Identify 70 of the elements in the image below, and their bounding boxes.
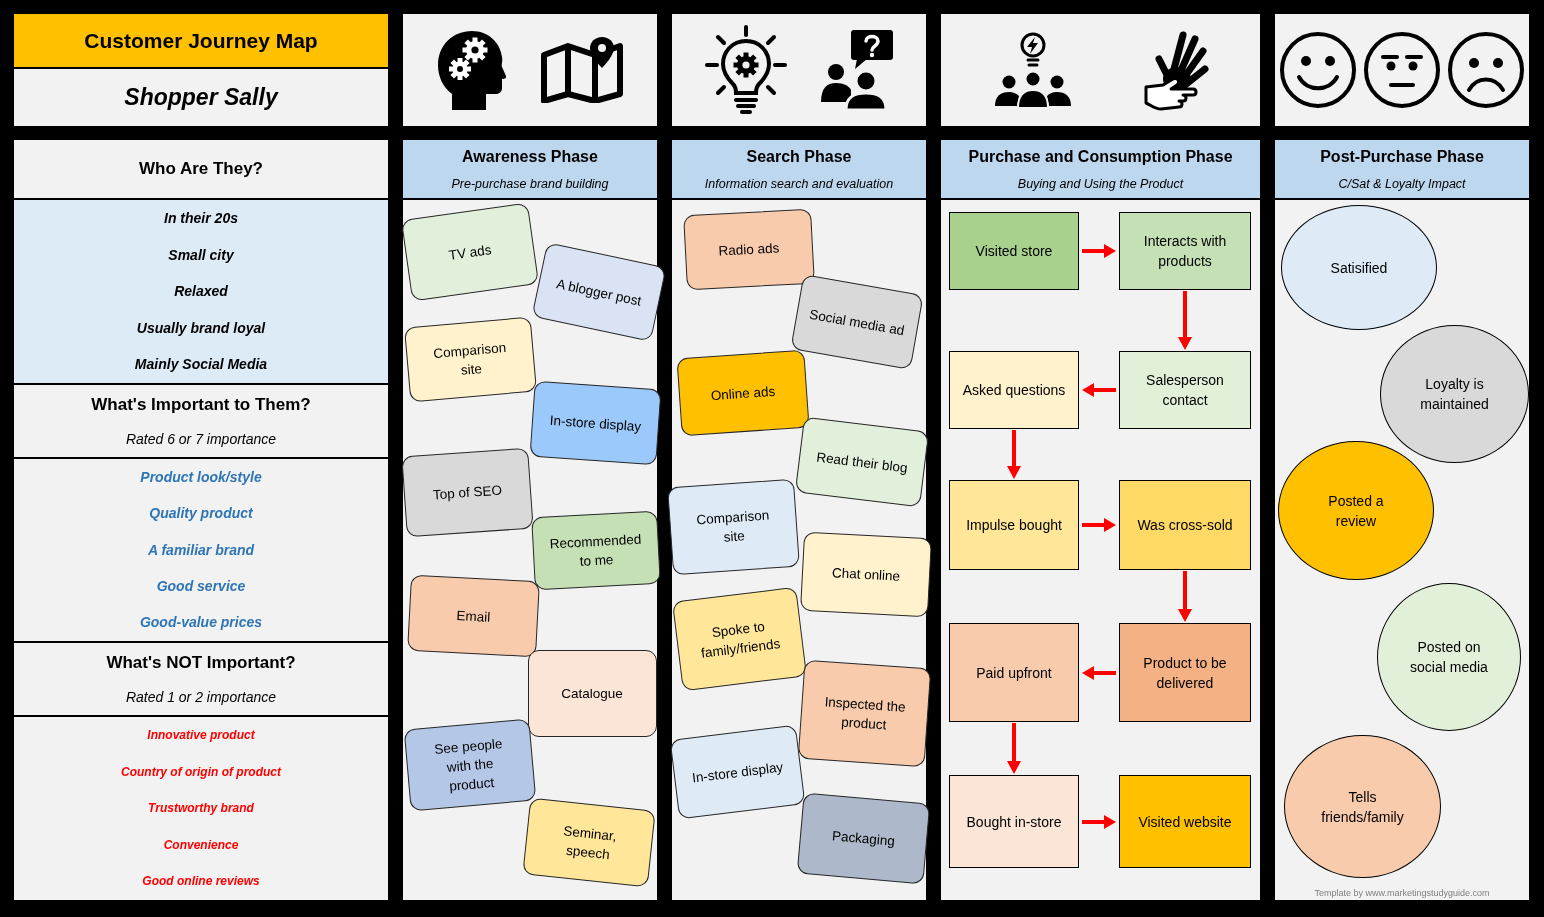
profile-trait: Mainly Social Media — [134, 356, 268, 373]
oval-note: Posted on social media — [1377, 583, 1521, 731]
phase-title: Awareness Phase — [462, 146, 598, 167]
sticky-note: See people with the product — [403, 718, 537, 812]
neutral-face-icon — [1363, 31, 1441, 109]
important-factor: Good-value prices — [139, 614, 263, 631]
lightbulb-gear-icon — [705, 25, 787, 115]
section-subheading: Rated 1 or 2 importance — [125, 688, 277, 706]
phase-subtitle: Pre-purchase brand building — [451, 175, 609, 192]
sticky-note: Recommended to me — [531, 510, 661, 590]
map-title: Customer Journey Map — [84, 27, 318, 54]
hands-icon — [1142, 29, 1209, 111]
map-pin-icon — [540, 37, 623, 103]
sticky-note: In-store display — [669, 724, 805, 820]
important-factor: Quality product — [149, 505, 253, 523]
section-heading: Who Are They? — [138, 158, 263, 180]
oval-note: Satisified — [1281, 205, 1437, 330]
important-factor: Product look/style — [140, 469, 262, 486]
unimportant-factor: Good online reviews — [142, 873, 260, 890]
sticky-note: Top of SEO — [400, 447, 534, 537]
important-factor: A familiar brand — [147, 541, 255, 559]
section-heading: What's NOT Important? — [106, 652, 296, 674]
unimportant-factor: Convenience — [163, 836, 239, 854]
phase-subtitle: Buying and Using the Product — [1017, 175, 1184, 192]
sticky-note: Inspected the product — [797, 659, 931, 767]
unimportant-factor: Trustworthy brand — [148, 800, 254, 817]
sticky-note: Comparison site — [403, 316, 537, 402]
sticky-note: Seminar, speech — [522, 797, 656, 887]
flow-step: Impulse bought — [949, 480, 1079, 570]
flow-step: Interacts with products — [1119, 212, 1251, 290]
phase-title: Search Phase — [746, 146, 852, 167]
profile-trait: Usually brand loyal — [136, 319, 266, 337]
persona-name: Shopper Sally — [124, 83, 278, 113]
head-gears-icon — [437, 30, 506, 110]
section-heading: What's Important to Them? — [91, 394, 311, 416]
sticky-note: Email — [406, 574, 540, 658]
happy-face-icon — [1279, 31, 1357, 109]
phase-title: Post-Purchase Phase — [1320, 146, 1484, 167]
flow-step: Salesperson contact — [1119, 351, 1251, 429]
phase-title: Purchase and Consumption Phase — [968, 146, 1233, 167]
oval-note: Tells friends/family — [1284, 735, 1441, 878]
sad-face-icon — [1447, 31, 1525, 109]
sticky-note: Catalogue — [527, 649, 657, 737]
flow-step: Asked questions — [949, 351, 1079, 429]
unimportant-factor: Innovative product — [147, 727, 255, 744]
people-question-icon — [821, 30, 893, 110]
sticky-note: Comparison site — [666, 478, 800, 576]
section-subheading: Rated 6 or 7 importance — [125, 430, 277, 448]
oval-note: Loyalty is maintained — [1380, 325, 1529, 463]
profile-trait: Relaxed — [174, 283, 228, 300]
important-factor: Good service — [156, 577, 246, 595]
flow-step: Paid upfront — [949, 623, 1079, 722]
credit-text: Template by www.marketingstudyguide.com — [1314, 887, 1490, 899]
team-lightbulb-icon — [992, 32, 1073, 108]
unimportant-factor: Country of origin of product — [121, 763, 281, 781]
phase-subtitle: Information search and evaluation — [704, 175, 894, 192]
profile-trait: In their 20s — [164, 210, 238, 227]
sticky-note: Online ads — [676, 349, 810, 437]
flow-step: Visited website — [1119, 775, 1251, 868]
profile-trait: Small city — [168, 246, 234, 264]
sticky-note: Packaging — [796, 792, 930, 884]
oval-note: Posted a review — [1278, 441, 1434, 580]
flow-step: Was cross-sold — [1119, 480, 1251, 570]
sticky-note: Radio ads — [683, 208, 815, 290]
sticky-note: Chat online — [800, 531, 932, 617]
sticky-note: In-store display — [529, 380, 661, 466]
phase-subtitle: C/Sat & Loyalty Impact — [1338, 175, 1466, 192]
flow-step: Bought in-store — [949, 775, 1079, 868]
flow-step: Visited store — [949, 212, 1079, 290]
flow-step: Product to be delivered — [1119, 623, 1251, 722]
